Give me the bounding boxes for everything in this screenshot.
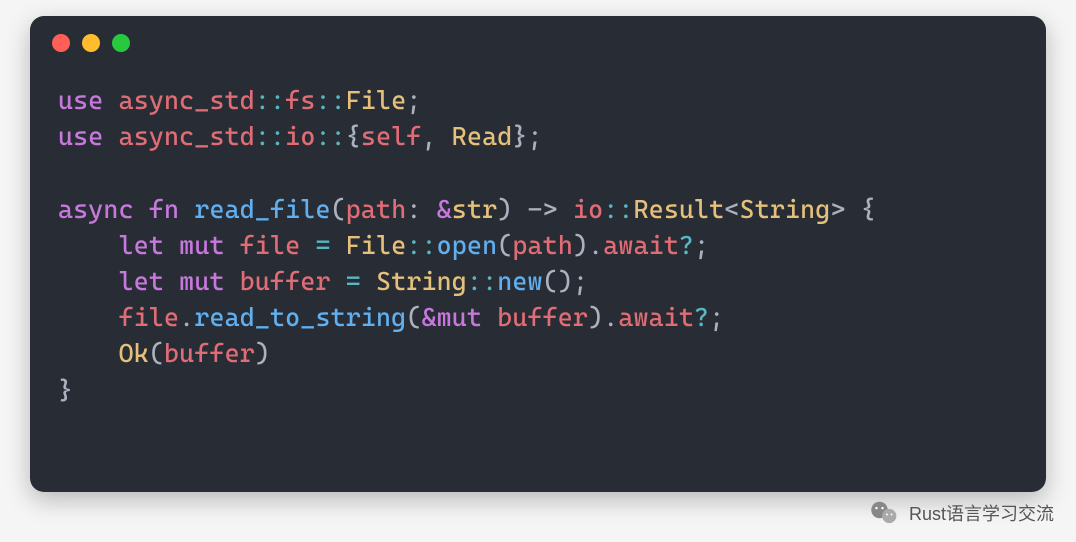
line-4: async fn read_file(path: &str) -> io::Re… <box>58 194 876 224</box>
zoom-icon <box>112 34 130 52</box>
close-icon <box>52 34 70 52</box>
code-window: use async_std::fs::File; use async_std::… <box>30 16 1046 492</box>
line-6: let mut buffer = String::new(); <box>58 266 588 296</box>
window-titlebar <box>30 16 1046 60</box>
code-block: use async_std::fs::File; use async_std::… <box>30 60 1046 408</box>
watermark: Rust语言学习交流 <box>869 498 1054 528</box>
line-8: Ok(buffer) <box>58 338 270 368</box>
watermark-text: Rust语言学习交流 <box>909 500 1054 526</box>
wechat-icon <box>869 498 899 528</box>
line-7: file.read_to_string(&mut buffer).await?; <box>58 302 724 332</box>
line-1: use async_std::fs::File; <box>58 85 422 115</box>
line-2: use async_std::io::{self, Read}; <box>58 121 543 151</box>
minimize-icon <box>82 34 100 52</box>
line-5: let mut file = File::open(path).await?; <box>58 230 709 260</box>
line-9: } <box>58 375 73 405</box>
